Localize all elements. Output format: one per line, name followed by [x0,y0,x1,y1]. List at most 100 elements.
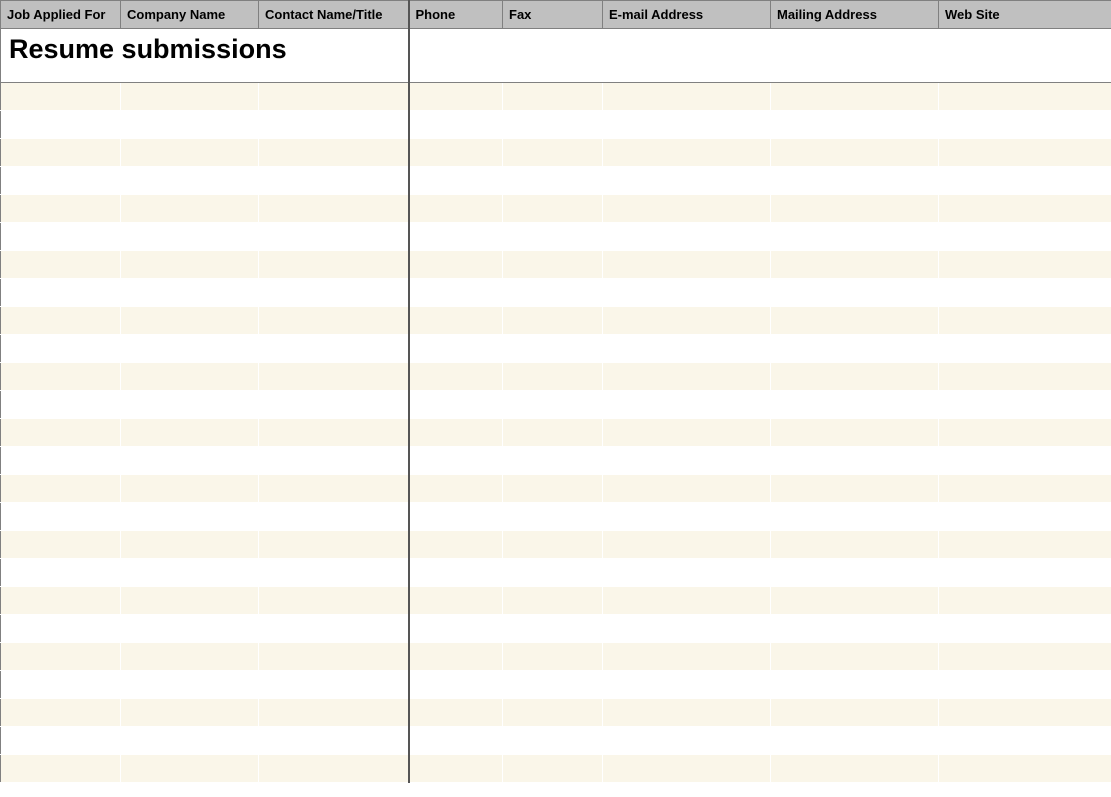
table-cell[interactable] [409,447,503,475]
table-cell[interactable] [939,195,1111,223]
table-cell[interactable] [1,727,121,755]
table-cell[interactable] [121,307,259,335]
col-contact-name-title[interactable]: Contact Name/Title [259,1,409,29]
table-cell[interactable] [603,699,771,727]
table-cell[interactable] [1,587,121,615]
col-fax[interactable]: Fax [503,1,603,29]
table-cell[interactable] [503,139,603,167]
table-cell[interactable] [771,671,939,699]
col-phone[interactable]: Phone [409,1,503,29]
table-cell[interactable] [409,503,503,531]
table-cell[interactable] [259,167,409,195]
table-cell[interactable] [503,111,603,139]
table-cell[interactable] [259,391,409,419]
table-cell[interactable] [409,671,503,699]
table-cell[interactable] [1,307,121,335]
table-cell[interactable] [603,279,771,307]
table-cell[interactable] [939,111,1111,139]
table-cell[interactable] [771,111,939,139]
table-cell[interactable] [771,167,939,195]
table-cell[interactable] [503,615,603,643]
table-cell[interactable] [121,195,259,223]
table-cell[interactable] [503,559,603,587]
table-cell[interactable] [503,279,603,307]
table-cell[interactable] [503,531,603,559]
table-cell[interactable] [771,335,939,363]
table-cell[interactable] [1,195,121,223]
table-cell[interactable] [259,335,409,363]
table-cell[interactable] [939,419,1111,447]
table-cell[interactable] [503,699,603,727]
table-cell[interactable] [121,391,259,419]
table-cell[interactable] [1,475,121,503]
table-cell[interactable] [1,83,121,111]
table-cell[interactable] [939,391,1111,419]
table-cell[interactable] [259,699,409,727]
table-cell[interactable] [771,475,939,503]
table-cell[interactable] [939,643,1111,671]
table-cell[interactable] [121,503,259,531]
table-cell[interactable] [409,531,503,559]
table-cell[interactable] [503,335,603,363]
table-cell[interactable] [1,503,121,531]
table-cell[interactable] [259,503,409,531]
table-cell[interactable] [939,671,1111,699]
table-cell[interactable] [409,335,503,363]
table-cell[interactable] [939,251,1111,279]
table-cell[interactable] [409,699,503,727]
table-cell[interactable] [939,307,1111,335]
table-cell[interactable] [771,503,939,531]
table-cell[interactable] [771,587,939,615]
table-cell[interactable] [1,223,121,251]
table-cell[interactable] [259,587,409,615]
table-cell[interactable] [1,559,121,587]
table-cell[interactable] [603,391,771,419]
table-cell[interactable] [771,363,939,391]
table-cell[interactable] [259,643,409,671]
table-cell[interactable] [121,755,259,783]
table-cell[interactable] [503,447,603,475]
table-cell[interactable] [503,223,603,251]
table-cell[interactable] [259,559,409,587]
table-cell[interactable] [603,251,771,279]
table-cell[interactable] [503,195,603,223]
table-cell[interactable] [771,391,939,419]
table-cell[interactable] [503,419,603,447]
table-cell[interactable] [409,307,503,335]
table-cell[interactable] [603,559,771,587]
table-cell[interactable] [1,671,121,699]
table-cell[interactable] [603,643,771,671]
table-cell[interactable] [939,223,1111,251]
table-cell[interactable] [259,419,409,447]
table-cell[interactable] [603,83,771,111]
table-cell[interactable] [259,363,409,391]
table-cell[interactable] [1,279,121,307]
table-cell[interactable] [939,727,1111,755]
table-cell[interactable] [259,223,409,251]
table-cell[interactable] [503,587,603,615]
table-cell[interactable] [503,727,603,755]
table-cell[interactable] [121,615,259,643]
table-cell[interactable] [939,335,1111,363]
table-cell[interactable] [121,139,259,167]
table-cell[interactable] [939,279,1111,307]
table-cell[interactable] [939,755,1111,783]
table-cell[interactable] [121,83,259,111]
table-cell[interactable] [121,167,259,195]
table-cell[interactable] [409,111,503,139]
col-email-address[interactable]: E-mail Address [603,1,771,29]
table-cell[interactable] [603,139,771,167]
table-cell[interactable] [1,363,121,391]
table-cell[interactable] [603,223,771,251]
table-cell[interactable] [603,671,771,699]
table-cell[interactable] [939,363,1111,391]
table-cell[interactable] [503,363,603,391]
table-cell[interactable] [409,83,503,111]
table-cell[interactable] [771,615,939,643]
table-cell[interactable] [259,139,409,167]
table-cell[interactable] [603,111,771,139]
table-cell[interactable] [259,531,409,559]
table-cell[interactable] [939,615,1111,643]
table-cell[interactable] [771,307,939,335]
table-cell[interactable] [771,279,939,307]
